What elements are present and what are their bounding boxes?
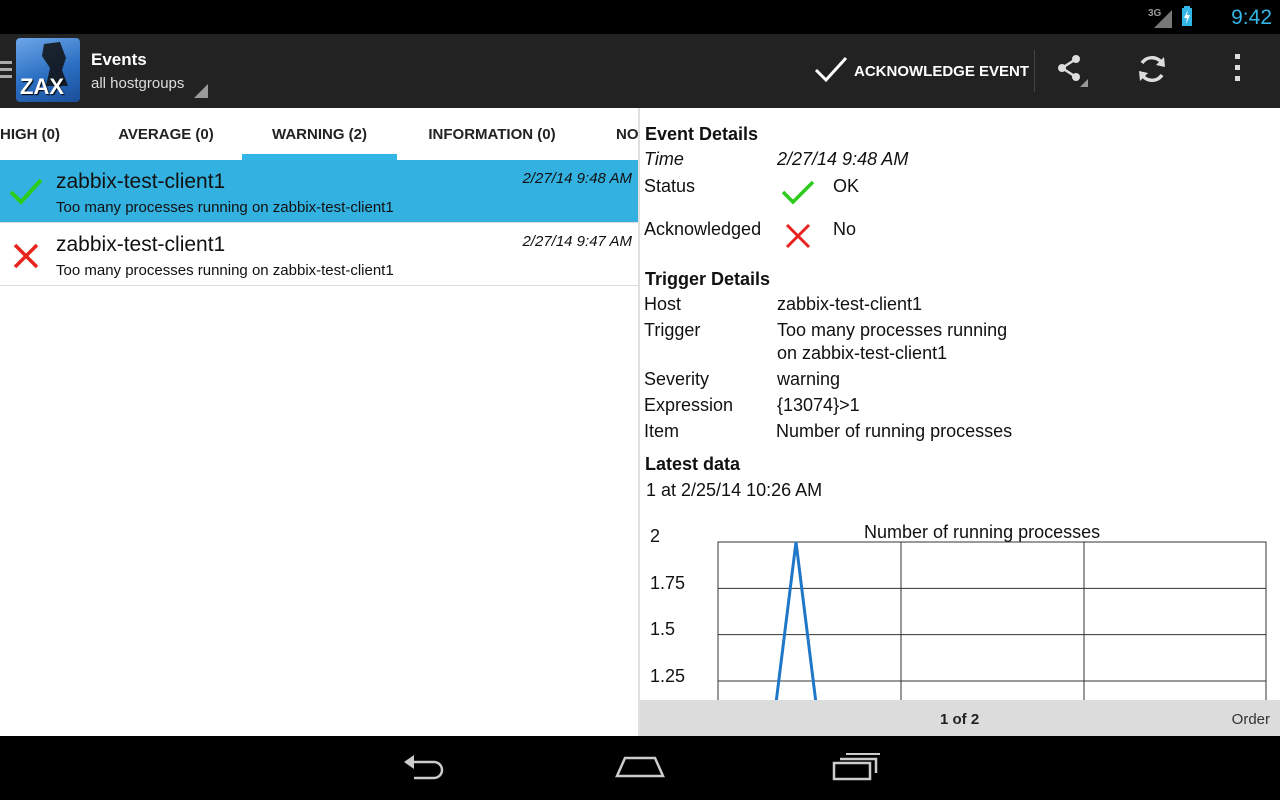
clock: 9:42 xyxy=(1231,6,1272,29)
recent-apps-button[interactable] xyxy=(820,748,892,788)
app-logo[interactable]: ZAX xyxy=(16,38,80,102)
cross-icon xyxy=(784,222,812,255)
event-time: 2/27/14 9:48 AM xyxy=(522,170,632,187)
back-button[interactable] xyxy=(388,748,460,788)
item-label: Item xyxy=(644,421,680,441)
hostgroup-selector[interactable]: all hostgroups xyxy=(91,75,184,92)
event-details-pane: Event Details Time 2/27/14 9:48 AM Statu… xyxy=(644,108,1280,700)
back-icon xyxy=(400,752,448,785)
status-value: OK xyxy=(833,176,860,196)
overflow-menu-icon xyxy=(1233,53,1243,89)
expression-value: {13074}>1 xyxy=(777,395,860,415)
time-label: Time xyxy=(644,149,684,169)
tab-not-classified[interactable]: NOT CLASSIFIED (0) xyxy=(616,108,638,160)
y-tick-label: 1.75 xyxy=(650,573,686,593)
trigger-value-line2: on zabbix-test-client1 xyxy=(777,343,948,363)
event-list: zabbix-test-client1 Too many processes r… xyxy=(0,160,638,286)
status-label: Status xyxy=(644,176,696,196)
navigation-bar xyxy=(0,736,1280,800)
page-title: Events xyxy=(91,50,147,69)
home-icon xyxy=(614,752,666,785)
host-label: Host xyxy=(644,294,682,314)
severity-label: Severity xyxy=(644,369,710,389)
acknowledge-event-button[interactable]: ACKNOWLEDGE EVENT xyxy=(812,34,1029,108)
tab-information[interactable]: INFORMATION (0) xyxy=(408,108,576,160)
acknowledged-value: No xyxy=(833,219,857,239)
event-time: 2/27/14 9:47 AM xyxy=(522,233,632,250)
host-value: zabbix-test-client1 xyxy=(777,294,923,314)
latest-data-heading: Latest data xyxy=(645,454,741,474)
y-tick-label: 1.25 xyxy=(650,666,686,686)
share-button[interactable] xyxy=(1040,34,1100,108)
item-value: Number of running processes xyxy=(776,421,1013,441)
spinner-indicator-icon xyxy=(194,84,208,98)
drawer-indicator-icon[interactable] xyxy=(0,61,12,82)
app-logo-text: ZAX xyxy=(20,74,64,99)
event-description: Too many processes running on zabbix-tes… xyxy=(56,199,394,216)
y-tick-label: 1.5 xyxy=(650,619,676,639)
event-host: zabbix-test-client1 xyxy=(56,233,226,256)
event-description: Too many processes running on zabbix-tes… xyxy=(56,262,394,279)
event-row[interactable]: zabbix-test-client1 Too many processes r… xyxy=(0,160,638,223)
tab-average[interactable]: AVERAGE (0) xyxy=(96,108,236,160)
line-chart xyxy=(717,541,1267,700)
trigger-value-line1: Too many processes running xyxy=(777,320,1008,340)
time-value: 2/27/14 9:48 AM xyxy=(777,149,909,169)
status-icons: 3G xyxy=(1148,5,1194,32)
overflow-menu-button[interactable] xyxy=(1208,34,1268,108)
refresh-icon xyxy=(1134,51,1170,92)
y-tick-label: 2 xyxy=(650,526,661,546)
title-block[interactable]: Events all hostgroups xyxy=(91,50,184,92)
signal-icon: 3G xyxy=(1148,8,1174,30)
chart-series-line xyxy=(774,541,818,700)
pane-divider xyxy=(638,108,640,736)
share-icon xyxy=(1050,49,1090,94)
cross-icon xyxy=(8,237,44,273)
pager-footer: 1 of 2 Order xyxy=(640,700,1280,736)
severity-value: warning xyxy=(777,369,841,389)
event-details-heading: Event Details xyxy=(645,124,759,144)
action-divider xyxy=(1034,50,1035,92)
tab-high[interactable]: HIGH (0) xyxy=(0,108,66,160)
order-button[interactable]: Order xyxy=(1232,711,1270,728)
severity-tabs: HIGH (0) AVERAGE (0) WARNING (2) INFORMA… xyxy=(0,108,638,160)
event-row[interactable]: zabbix-test-client1 Too many processes r… xyxy=(0,223,638,286)
refresh-button[interactable] xyxy=(1122,34,1182,108)
check-icon xyxy=(8,174,44,210)
latest-data-value: 1 at 2/25/14 10:26 AM xyxy=(646,480,823,500)
recent-apps-icon xyxy=(830,751,882,786)
expression-label: Expression xyxy=(644,395,734,415)
event-host: zabbix-test-client1 xyxy=(56,170,226,193)
action-bar: ZAX Events all hostgroups ACKNOWLEDGE EV… xyxy=(0,34,1280,108)
page-indicator: 1 of 2 xyxy=(940,711,980,728)
home-button[interactable] xyxy=(604,748,676,788)
tab-warning[interactable]: WARNING (2) xyxy=(242,108,397,160)
trigger-details-heading: Trigger Details xyxy=(645,269,771,289)
acknowledged-label: Acknowledged xyxy=(644,219,762,239)
check-icon xyxy=(780,178,816,213)
battery-charging-icon xyxy=(1180,5,1194,32)
check-icon xyxy=(812,54,848,89)
acknowledge-event-label: ACKNOWLEDGE EVENT xyxy=(854,62,1030,80)
status-bar: 3G 9:42 xyxy=(0,0,1280,34)
trigger-label: Trigger xyxy=(644,320,701,340)
